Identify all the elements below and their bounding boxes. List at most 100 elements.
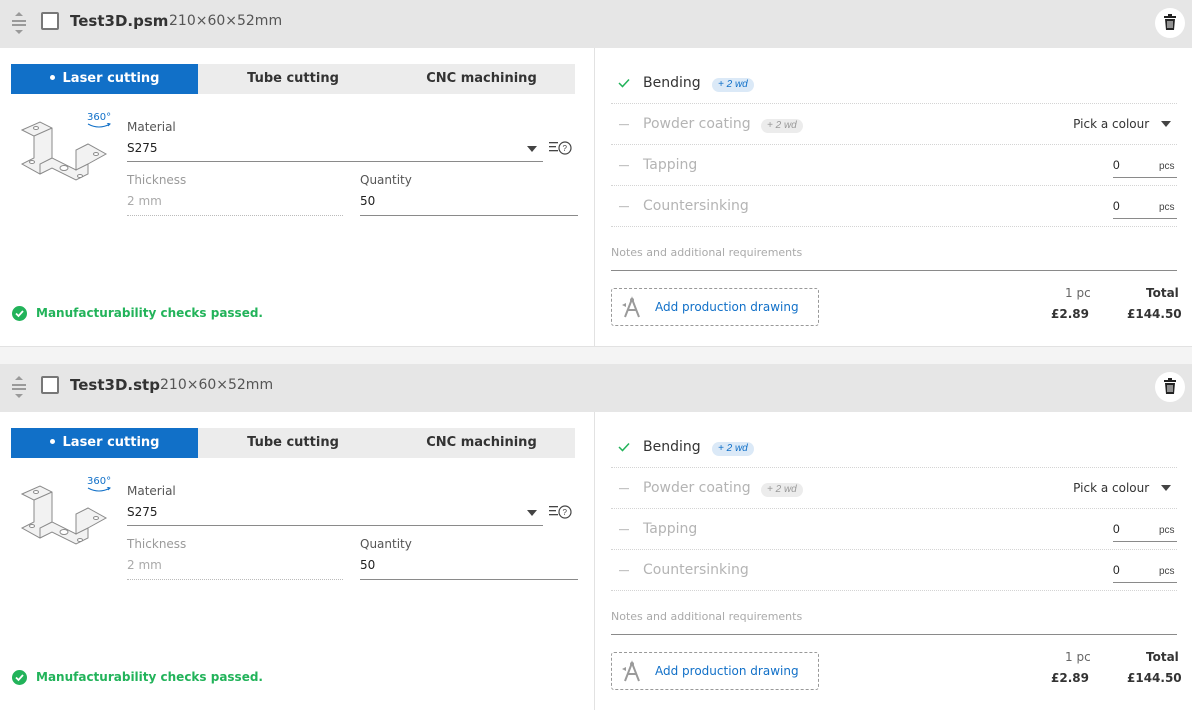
countersinking-count-input[interactable]: 0 — [1113, 563, 1120, 577]
operation-bending[interactable]: Bending + 2 wd — [611, 63, 1177, 104]
rotate-360-icon[interactable]: 360° — [87, 476, 112, 492]
trash-icon — [1164, 14, 1176, 30]
pcs-underline — [1113, 177, 1177, 178]
add-drawing-button[interactable]: Add production drawing — [611, 652, 819, 690]
quantity-input[interactable]: 50 — [360, 558, 375, 572]
part-dimensions: 210×60×52mm — [169, 13, 283, 29]
tab-label: Laser cutting — [62, 435, 160, 450]
dash-icon — [617, 563, 631, 580]
drag-handle-icon[interactable] — [11, 376, 27, 398]
svg-text:?: ? — [563, 508, 568, 517]
tab-laser-cutting[interactable]: Laser cutting — [11, 428, 198, 458]
part-config-pane: Laser cutting Tube cutting CNC machining… — [0, 48, 595, 346]
select-part-checkbox[interactable] — [41, 12, 59, 30]
pcs-unit: pcs — [1159, 566, 1175, 577]
unit-price: £2.89 — [1051, 307, 1089, 321]
svg-text:?: ? — [563, 144, 568, 153]
lead-time-badge: + 2 wd — [712, 442, 754, 456]
file-name: Test3D.stp — [70, 376, 160, 394]
add-drawing-label: Add production drawing — [655, 300, 799, 314]
operation-label: Bending — [643, 75, 701, 91]
quantity-label: Quantity — [360, 537, 412, 551]
delete-part-button[interactable] — [1155, 8, 1185, 38]
unit-price: £2.89 — [1051, 671, 1089, 685]
tab-cnc-machining[interactable]: CNC machining — [388, 64, 575, 94]
colour-select[interactable]: Pick a colour — [1073, 117, 1171, 131]
part-header: Test3D.stp 210×60×52mm — [0, 364, 1192, 412]
notes-underline — [611, 634, 1177, 635]
operation-countersinking[interactable]: Countersinking 0 pcs — [611, 186, 1177, 227]
total-price: £144.50 — [1127, 307, 1182, 321]
part-card: Test3D.stp 210×60×52mm Laser cutting Tub… — [0, 364, 1192, 710]
tab-cnc-machining[interactable]: CNC machining — [388, 428, 575, 458]
quantity-underline — [360, 579, 578, 580]
pcs-unit: pcs — [1159, 525, 1175, 536]
operation-tapping[interactable]: Tapping 0 pcs — [611, 145, 1177, 186]
total-label: Total — [1146, 286, 1179, 300]
tab-tube-cutting[interactable]: Tube cutting — [198, 64, 388, 94]
pcs-underline — [1113, 218, 1177, 219]
file-name: Test3D.psm — [70, 12, 169, 30]
check-icon — [617, 76, 631, 93]
dash-icon — [617, 481, 631, 498]
dash-icon — [617, 158, 631, 175]
tab-label: CNC machining — [426, 71, 537, 86]
material-info-icon[interactable]: ? — [549, 140, 573, 156]
quantity-label: Quantity — [360, 173, 412, 187]
tab-tube-cutting[interactable]: Tube cutting — [198, 428, 388, 458]
rotate-360-icon[interactable]: 360° — [87, 112, 111, 128]
part-card: Test3D.psm 210×60×52mm Laser cutting Tub… — [0, 0, 1192, 346]
chevron-down-icon — [1161, 121, 1171, 127]
material-select[interactable]: S275 — [127, 505, 158, 519]
colour-select-label: Pick a colour — [1073, 117, 1150, 131]
notes-input[interactable]: Notes and additional requirements — [611, 610, 802, 623]
delete-part-button[interactable] — [1155, 372, 1185, 402]
total-price: £144.50 — [1127, 671, 1182, 685]
tab-laser-cutting[interactable]: Laser cutting — [11, 64, 198, 94]
operation-bending[interactable]: Bending + 2 wd — [611, 427, 1177, 468]
chevron-down-icon[interactable] — [527, 146, 537, 152]
drawing-icon — [620, 660, 644, 684]
dash-icon — [617, 522, 631, 539]
material-underline — [127, 161, 543, 162]
lead-time-badge: + 2 wd — [761, 483, 803, 497]
material-label: Material — [127, 120, 176, 134]
pcs-underline — [1113, 582, 1177, 583]
tapping-count-input[interactable]: 0 — [1113, 158, 1120, 172]
operation-label: Countersinking — [643, 562, 749, 578]
countersinking-count-input[interactable]: 0 — [1113, 199, 1120, 213]
material-select[interactable]: S275 — [127, 141, 158, 155]
operation-tapping[interactable]: Tapping 0 pcs — [611, 509, 1177, 550]
select-part-checkbox[interactable] — [41, 376, 59, 394]
add-drawing-button[interactable]: Add production drawing — [611, 288, 819, 326]
rotate-label: 360° — [87, 476, 112, 487]
material-label: Material — [127, 484, 176, 498]
thickness-value: 2 mm — [127, 558, 162, 572]
add-drawing-label: Add production drawing — [655, 664, 799, 678]
chevron-down-icon — [1161, 485, 1171, 491]
check-icon — [617, 440, 631, 457]
operation-label: Powder coating — [643, 116, 751, 132]
active-dot — [49, 439, 55, 444]
operation-powder-coating[interactable]: Powder coating + 2 wd Pick a colour — [611, 104, 1177, 145]
tab-label: Tube cutting — [247, 435, 339, 450]
notes-input[interactable]: Notes and additional requirements — [611, 246, 802, 259]
operation-powder-coating[interactable]: Powder coating + 2 wd Pick a colour — [611, 468, 1177, 509]
part-header: Test3D.psm 210×60×52mm — [0, 0, 1192, 48]
unit-price-label: 1 pc — [1065, 650, 1091, 664]
drag-handle-icon[interactable] — [11, 12, 27, 34]
manufacturability-text: Manufacturability checks passed. — [36, 306, 263, 320]
quantity-input[interactable]: 50 — [360, 194, 375, 208]
manufacturability-text: Manufacturability checks passed. — [36, 670, 263, 684]
pcs-unit: pcs — [1159, 161, 1175, 172]
tapping-count-input[interactable]: 0 — [1113, 522, 1120, 536]
trash-icon — [1164, 378, 1176, 394]
operation-label: Powder coating — [643, 480, 751, 496]
colour-select-label: Pick a colour — [1073, 481, 1150, 495]
chevron-down-icon[interactable] — [527, 510, 537, 516]
card-separator — [0, 346, 1192, 364]
operation-countersinking[interactable]: Countersinking 0 pcs — [611, 550, 1177, 591]
colour-select[interactable]: Pick a colour — [1073, 481, 1171, 495]
material-info-icon[interactable]: ? — [549, 504, 573, 520]
thickness-label: Thickness — [127, 173, 187, 187]
